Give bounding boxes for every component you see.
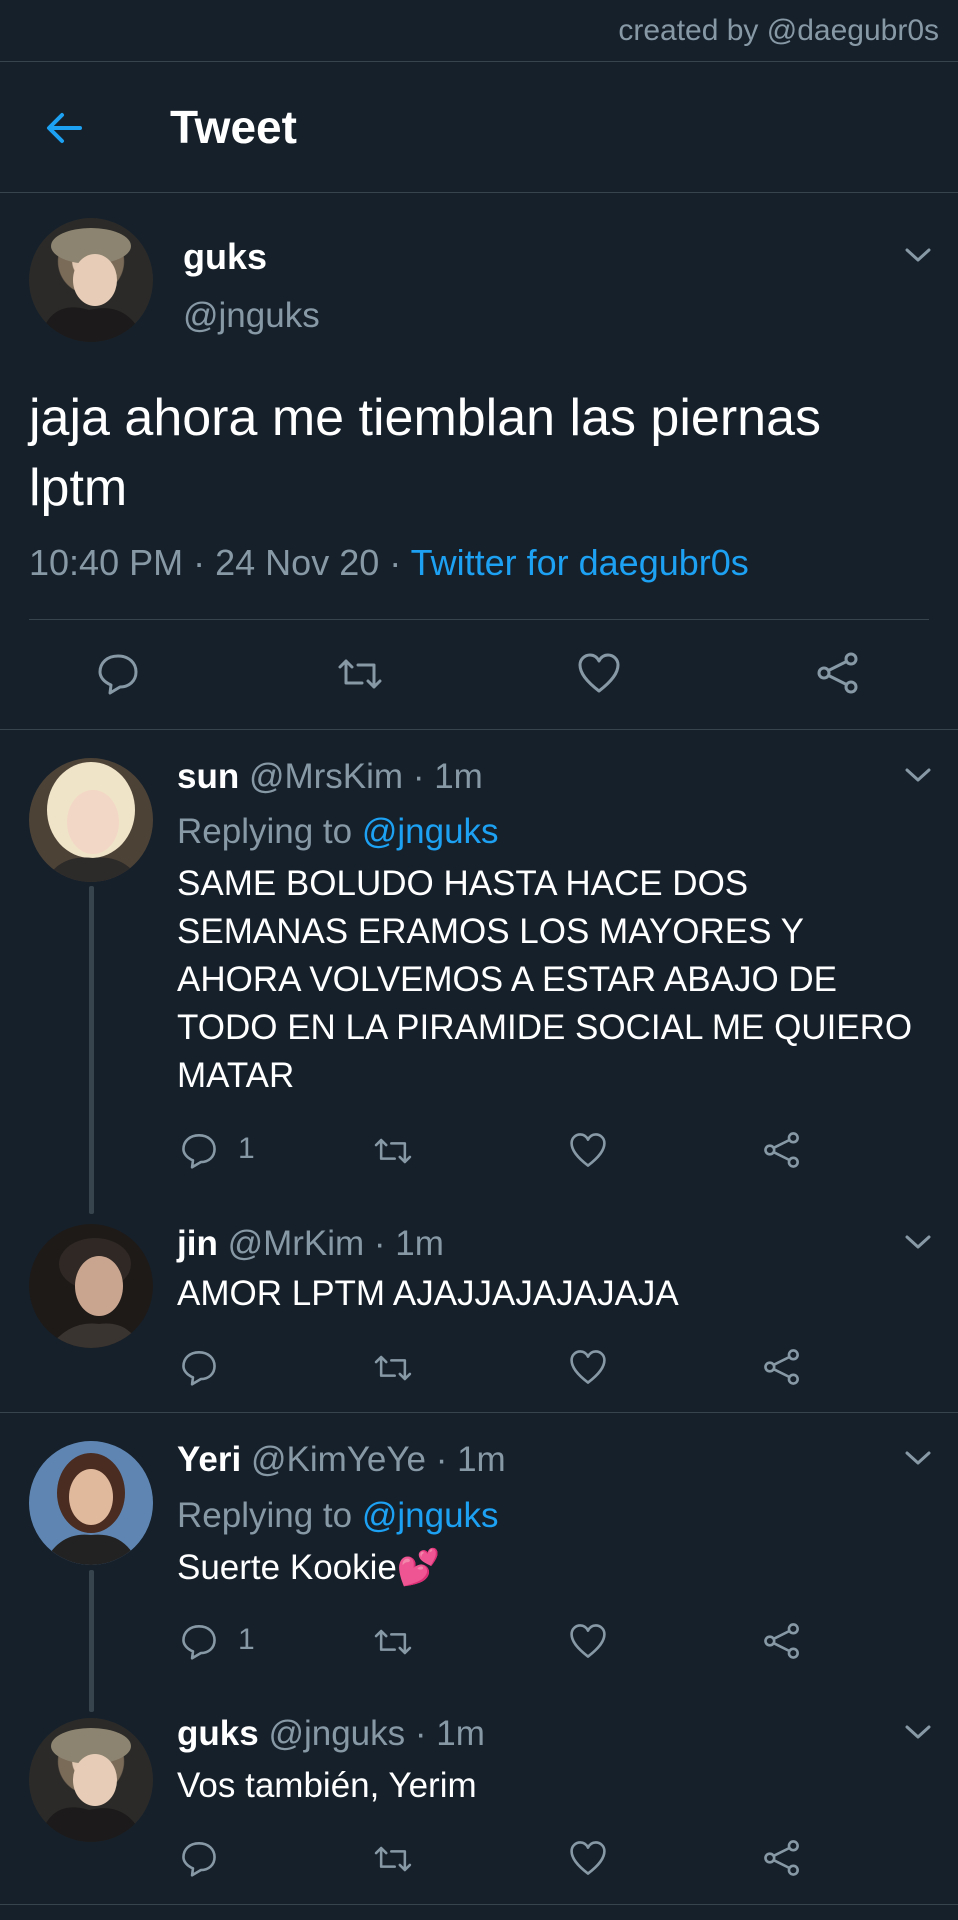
divider bbox=[0, 1412, 958, 1413]
reply-text-line: TODO EN LA PIRAMIDE SOCIAL ME QUIERO bbox=[177, 1008, 913, 1047]
divider bbox=[0, 61, 958, 62]
reply-timestamp: · 1m bbox=[373, 1224, 444, 1263]
reply-author-handle[interactable]: @MrsKim bbox=[249, 757, 403, 796]
reply-text-line: Vos también, Yerim bbox=[177, 1766, 477, 1805]
reply-author-handle[interactable]: @KimYeYe bbox=[251, 1440, 426, 1479]
reply-text-line: MATAR bbox=[177, 1056, 295, 1095]
reply-author-name[interactable]: Yeri bbox=[177, 1440, 241, 1479]
reply-count: 1 bbox=[238, 1132, 255, 1165]
avatar[interactable] bbox=[29, 1224, 153, 1348]
retweet-icon[interactable] bbox=[371, 1624, 415, 1660]
tweet-meta: 10:40 PM · 24 Nov 20 · Twitter for daegu… bbox=[29, 542, 749, 584]
chevron-down-icon[interactable] bbox=[903, 765, 933, 785]
reply-text-line: AMOR LPTM AJAJJAJAJAJAJA bbox=[177, 1274, 679, 1313]
reply-header: sun @MrsKim · 1m bbox=[177, 757, 483, 797]
divider bbox=[0, 729, 958, 730]
comment-icon[interactable] bbox=[180, 1131, 218, 1169]
reply-text-line: AHORA VOLVEMOS A ESTAR ABAJO DE bbox=[177, 960, 838, 999]
divider bbox=[29, 619, 929, 620]
share-icon[interactable] bbox=[762, 1130, 802, 1170]
replying-to-prefix: Replying to bbox=[177, 812, 353, 851]
retweet-icon[interactable] bbox=[371, 1841, 415, 1877]
reply-timestamp: · 1m bbox=[412, 757, 483, 796]
divider bbox=[0, 1904, 958, 1905]
heart-icon[interactable] bbox=[576, 651, 622, 695]
reply-text-line: SAME BOLUDO HASTA HACE DOS bbox=[177, 864, 749, 903]
heart-icon[interactable] bbox=[568, 1622, 608, 1660]
reply-text: SAME BOLUDO HASTA HACE DOS SEMANAS ERAMO… bbox=[177, 860, 912, 1100]
reply-author-handle[interactable]: @MrKim bbox=[228, 1224, 365, 1263]
chevron-down-icon[interactable] bbox=[903, 1448, 933, 1468]
tweet-text: jaja ahora me tiemblan las piernas lptm bbox=[29, 383, 821, 523]
page-title: Tweet bbox=[170, 101, 297, 153]
comment-icon[interactable] bbox=[180, 1348, 218, 1386]
author-handle[interactable]: @jnguks bbox=[183, 296, 320, 336]
replying-to: Replying to @jnguks bbox=[177, 1496, 499, 1536]
reply-timestamp: · 1m bbox=[414, 1714, 485, 1753]
avatar[interactable] bbox=[29, 1441, 153, 1565]
share-icon[interactable] bbox=[815, 650, 861, 696]
meta-separator: · bbox=[193, 542, 206, 583]
retweet-icon[interactable] bbox=[371, 1350, 415, 1386]
tweet-source-link[interactable]: Twitter for daegubr0s bbox=[411, 542, 749, 583]
reply-timestamp: · 1m bbox=[435, 1440, 506, 1479]
comment-icon[interactable] bbox=[180, 1622, 218, 1660]
reply-author-name[interactable]: jin bbox=[177, 1224, 218, 1263]
chevron-down-icon[interactable] bbox=[903, 245, 933, 265]
divider bbox=[0, 192, 958, 193]
reply-text: Vos también, Yerim bbox=[177, 1762, 477, 1810]
reply-text: Suerte Kookie💕 bbox=[177, 1544, 440, 1592]
reply-header: guks @jnguks · 1m bbox=[177, 1714, 485, 1754]
avatar[interactable] bbox=[29, 758, 153, 882]
replying-to-handle[interactable]: @jnguks bbox=[362, 1496, 499, 1535]
chevron-down-icon[interactable] bbox=[903, 1232, 933, 1252]
thread-line bbox=[89, 886, 94, 1214]
retweet-icon[interactable] bbox=[371, 1133, 415, 1169]
avatar[interactable] bbox=[29, 1718, 153, 1842]
avatar[interactable] bbox=[29, 218, 153, 342]
retweet-icon[interactable] bbox=[334, 653, 386, 695]
credit-text: created by @daegubr0s bbox=[618, 14, 939, 47]
heart-icon[interactable] bbox=[568, 1348, 608, 1386]
reply-author-name[interactable]: sun bbox=[177, 757, 239, 796]
heart-icon[interactable] bbox=[568, 1131, 608, 1169]
share-icon[interactable] bbox=[762, 1347, 802, 1387]
reply-text-line: SEMANAS ERAMOS LOS MAYORES Y bbox=[177, 912, 804, 951]
thread-line bbox=[89, 1570, 94, 1712]
replying-to: Replying to @jnguks bbox=[177, 812, 499, 852]
tweet-text-line: jaja ahora me tiemblan las piernas bbox=[29, 389, 821, 447]
reply-header: jin @MrKim · 1m bbox=[177, 1224, 444, 1264]
tweet-time: 10:40 PM bbox=[29, 542, 184, 583]
reply-header: Yeri @KimYeYe · 1m bbox=[177, 1440, 506, 1480]
arrow-left-icon[interactable] bbox=[40, 104, 88, 152]
share-icon[interactable] bbox=[762, 1621, 802, 1661]
chevron-down-icon[interactable] bbox=[903, 1722, 933, 1742]
reply-text: AMOR LPTM AJAJJAJAJAJAJA bbox=[177, 1270, 679, 1318]
two-hearts-emoji: 💕 bbox=[396, 1548, 441, 1587]
share-icon[interactable] bbox=[762, 1838, 802, 1878]
reply-text-line: Suerte Kookie bbox=[177, 1548, 397, 1587]
tweet-date: 24 Nov 20 bbox=[215, 542, 380, 583]
tweet-text-line: lptm bbox=[29, 459, 128, 517]
meta-separator: · bbox=[389, 542, 402, 583]
reply-author-name[interactable]: guks bbox=[177, 1714, 259, 1753]
comment-icon[interactable] bbox=[180, 1839, 218, 1877]
reply-count: 1 bbox=[238, 1623, 255, 1656]
replying-to-prefix: Replying to bbox=[177, 1496, 353, 1535]
comment-icon[interactable] bbox=[96, 651, 140, 695]
reply-author-handle[interactable]: @jnguks bbox=[268, 1714, 405, 1753]
replying-to-handle[interactable]: @jnguks bbox=[362, 812, 499, 851]
author-name[interactable]: guks bbox=[183, 236, 267, 278]
heart-icon[interactable] bbox=[568, 1839, 608, 1877]
